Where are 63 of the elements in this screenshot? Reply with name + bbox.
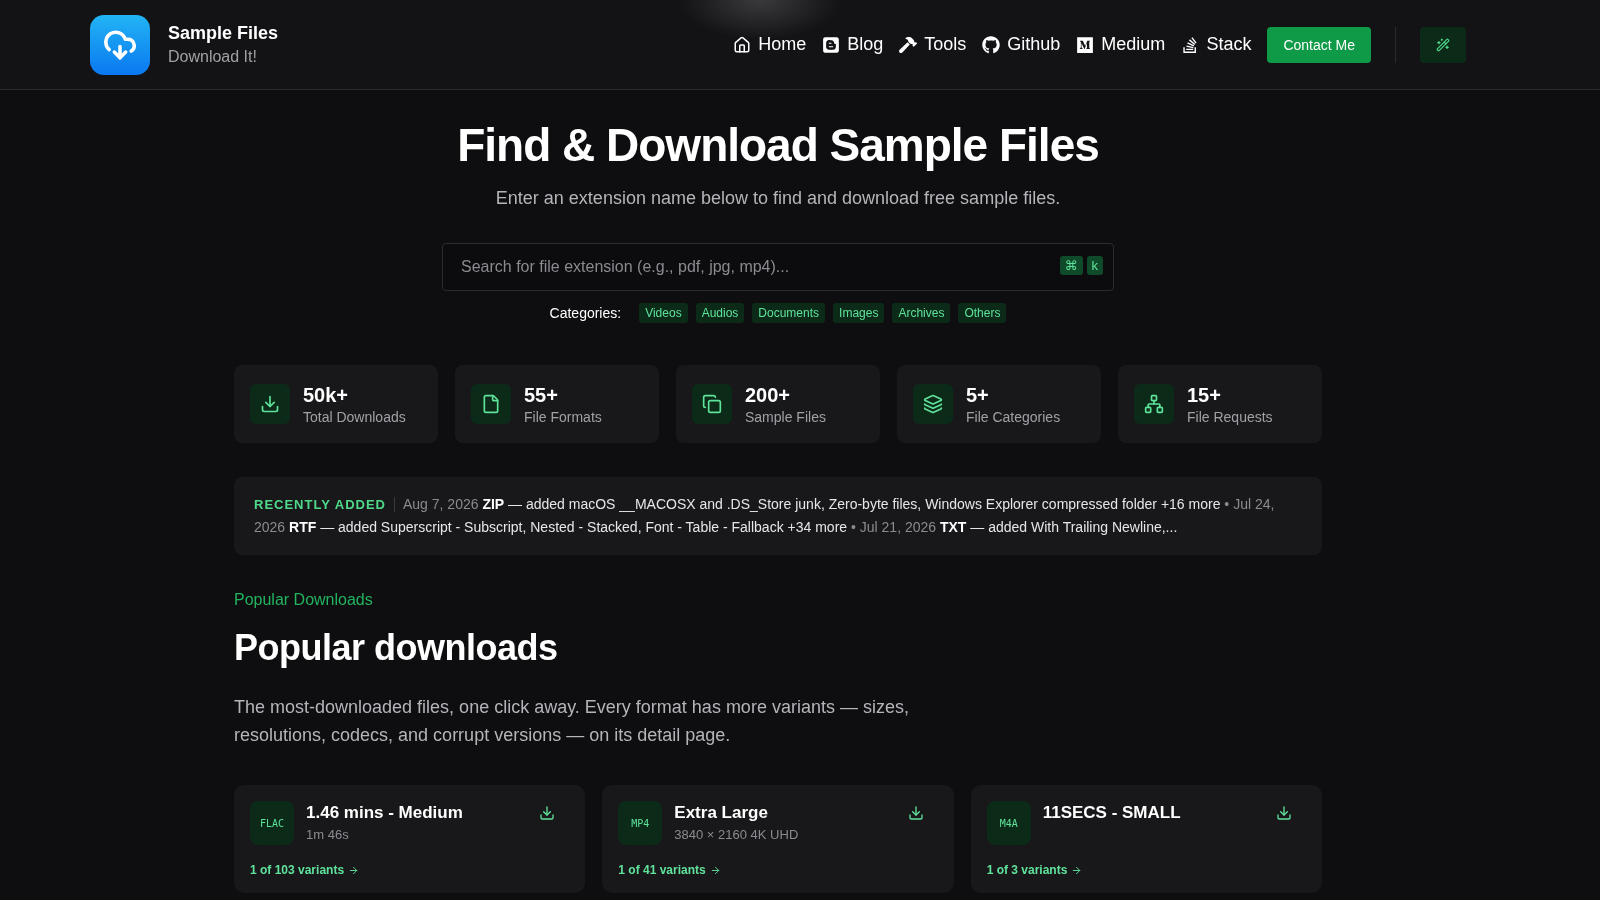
stat-value: 200+ bbox=[745, 383, 792, 407]
download-icon bbox=[250, 384, 290, 424]
format-badge: MP4 bbox=[618, 801, 663, 845]
github-icon bbox=[982, 35, 1001, 54]
card-subtitle: 3840 × 2160 4K UHD bbox=[674, 827, 800, 842]
card-subtitle: 1m 46s bbox=[306, 827, 350, 842]
nav-link[interactable]: Stack bbox=[1181, 34, 1252, 55]
variants-link[interactable]: 1 of 3 variants bbox=[986, 863, 1306, 877]
stat-label: File Formats bbox=[524, 408, 602, 425]
file-icon bbox=[471, 384, 511, 424]
format-badge: FLAC bbox=[250, 801, 294, 845]
hero-title: Find & Download Sample Files bbox=[456, 118, 1100, 172]
recently-added-text: RECENTLY ADDED Aug 7, 2026 ZIP — added macOS __MACOSX and .DS_Store junk, Zero-byte files, Windows Explorer compressed folder +16 more • Jul 24, 2026 RTF — added Superscript - Subscript, Nested - Stacked, Font - Table - Fallback +34 more • Jul 21, 2026 TXT — added With Trailing Newline,... bbox=[254, 495, 1276, 537]
nav-link[interactable]: Medium bbox=[1076, 34, 1166, 55]
card-title: 1.46 mins - Medium bbox=[306, 803, 464, 823]
category-chip[interactable]: Others bbox=[958, 303, 1007, 323]
stat-value: 50k+ bbox=[303, 383, 350, 407]
variants-link[interactable]: 1 of 41 variants bbox=[618, 863, 938, 877]
stat-label: Sample Files bbox=[745, 408, 826, 425]
home-icon bbox=[733, 35, 752, 54]
hero-subtitle: Enter an extension name below to find and download free sample files. bbox=[494, 188, 1062, 209]
brand-subtitle: Download It! bbox=[168, 48, 258, 66]
stat-label: File Requests bbox=[1187, 408, 1273, 425]
wand-icon bbox=[1436, 37, 1450, 52]
network-icon bbox=[1134, 384, 1174, 424]
section-title: Popular downloads bbox=[234, 627, 559, 669]
card-title: Extra Large bbox=[674, 803, 769, 823]
category-chip[interactable]: Videos bbox=[639, 303, 688, 323]
nav-link[interactable]: Blog bbox=[822, 34, 884, 55]
cloud-download-logo-icon[interactable] bbox=[90, 14, 150, 75]
category-chip[interactable]: Images bbox=[833, 303, 885, 323]
shortcut-key: ⌘ bbox=[1059, 256, 1083, 275]
variants-link[interactable]: 1 of 103 variants bbox=[250, 863, 570, 877]
nav-link[interactable]: Tools bbox=[899, 34, 967, 55]
format-badge: M4A bbox=[986, 801, 1031, 845]
theme-toggle-button[interactable] bbox=[1420, 26, 1466, 63]
download-icon bbox=[539, 805, 556, 821]
arrow-right-icon bbox=[1071, 864, 1083, 876]
stat-value: 5+ bbox=[966, 383, 990, 407]
medium-icon bbox=[1076, 35, 1095, 54]
stat-value: 55+ bbox=[524, 383, 559, 407]
arrow-right-icon bbox=[709, 864, 721, 876]
stat-value: 15+ bbox=[1187, 383, 1222, 407]
section-description: The most-downloaded files, one click away. Every format has more variants — sizes, resolutions, codecs, and corrupt versions — on its detail page. bbox=[234, 696, 910, 747]
arrow-right-icon bbox=[348, 864, 360, 876]
download-icon bbox=[907, 805, 924, 821]
card-title: 11SECS - SMALL bbox=[1042, 803, 1182, 823]
nav-link[interactable]: Github bbox=[982, 34, 1061, 55]
download-icon bbox=[1276, 805, 1292, 821]
category-chip[interactable]: Archives bbox=[892, 303, 951, 323]
section-eyebrow: Popular Downloads bbox=[234, 591, 374, 609]
brand-title: Sample Files bbox=[168, 23, 279, 44]
hammer-icon bbox=[899, 35, 918, 54]
contact-button[interactable]: Contact Me bbox=[1267, 26, 1371, 63]
layers-icon bbox=[913, 384, 953, 424]
category-chip[interactable]: Documents bbox=[752, 303, 826, 323]
files-icon bbox=[692, 384, 732, 424]
stat-label: File Categories bbox=[966, 408, 1061, 425]
blog-icon bbox=[822, 35, 841, 54]
stat-label: Total Downloads bbox=[303, 408, 406, 425]
nav-link[interactable]: Home bbox=[733, 34, 807, 55]
category-chip[interactable]: Audios bbox=[695, 303, 745, 323]
categories-label: Categories: bbox=[549, 305, 622, 321]
